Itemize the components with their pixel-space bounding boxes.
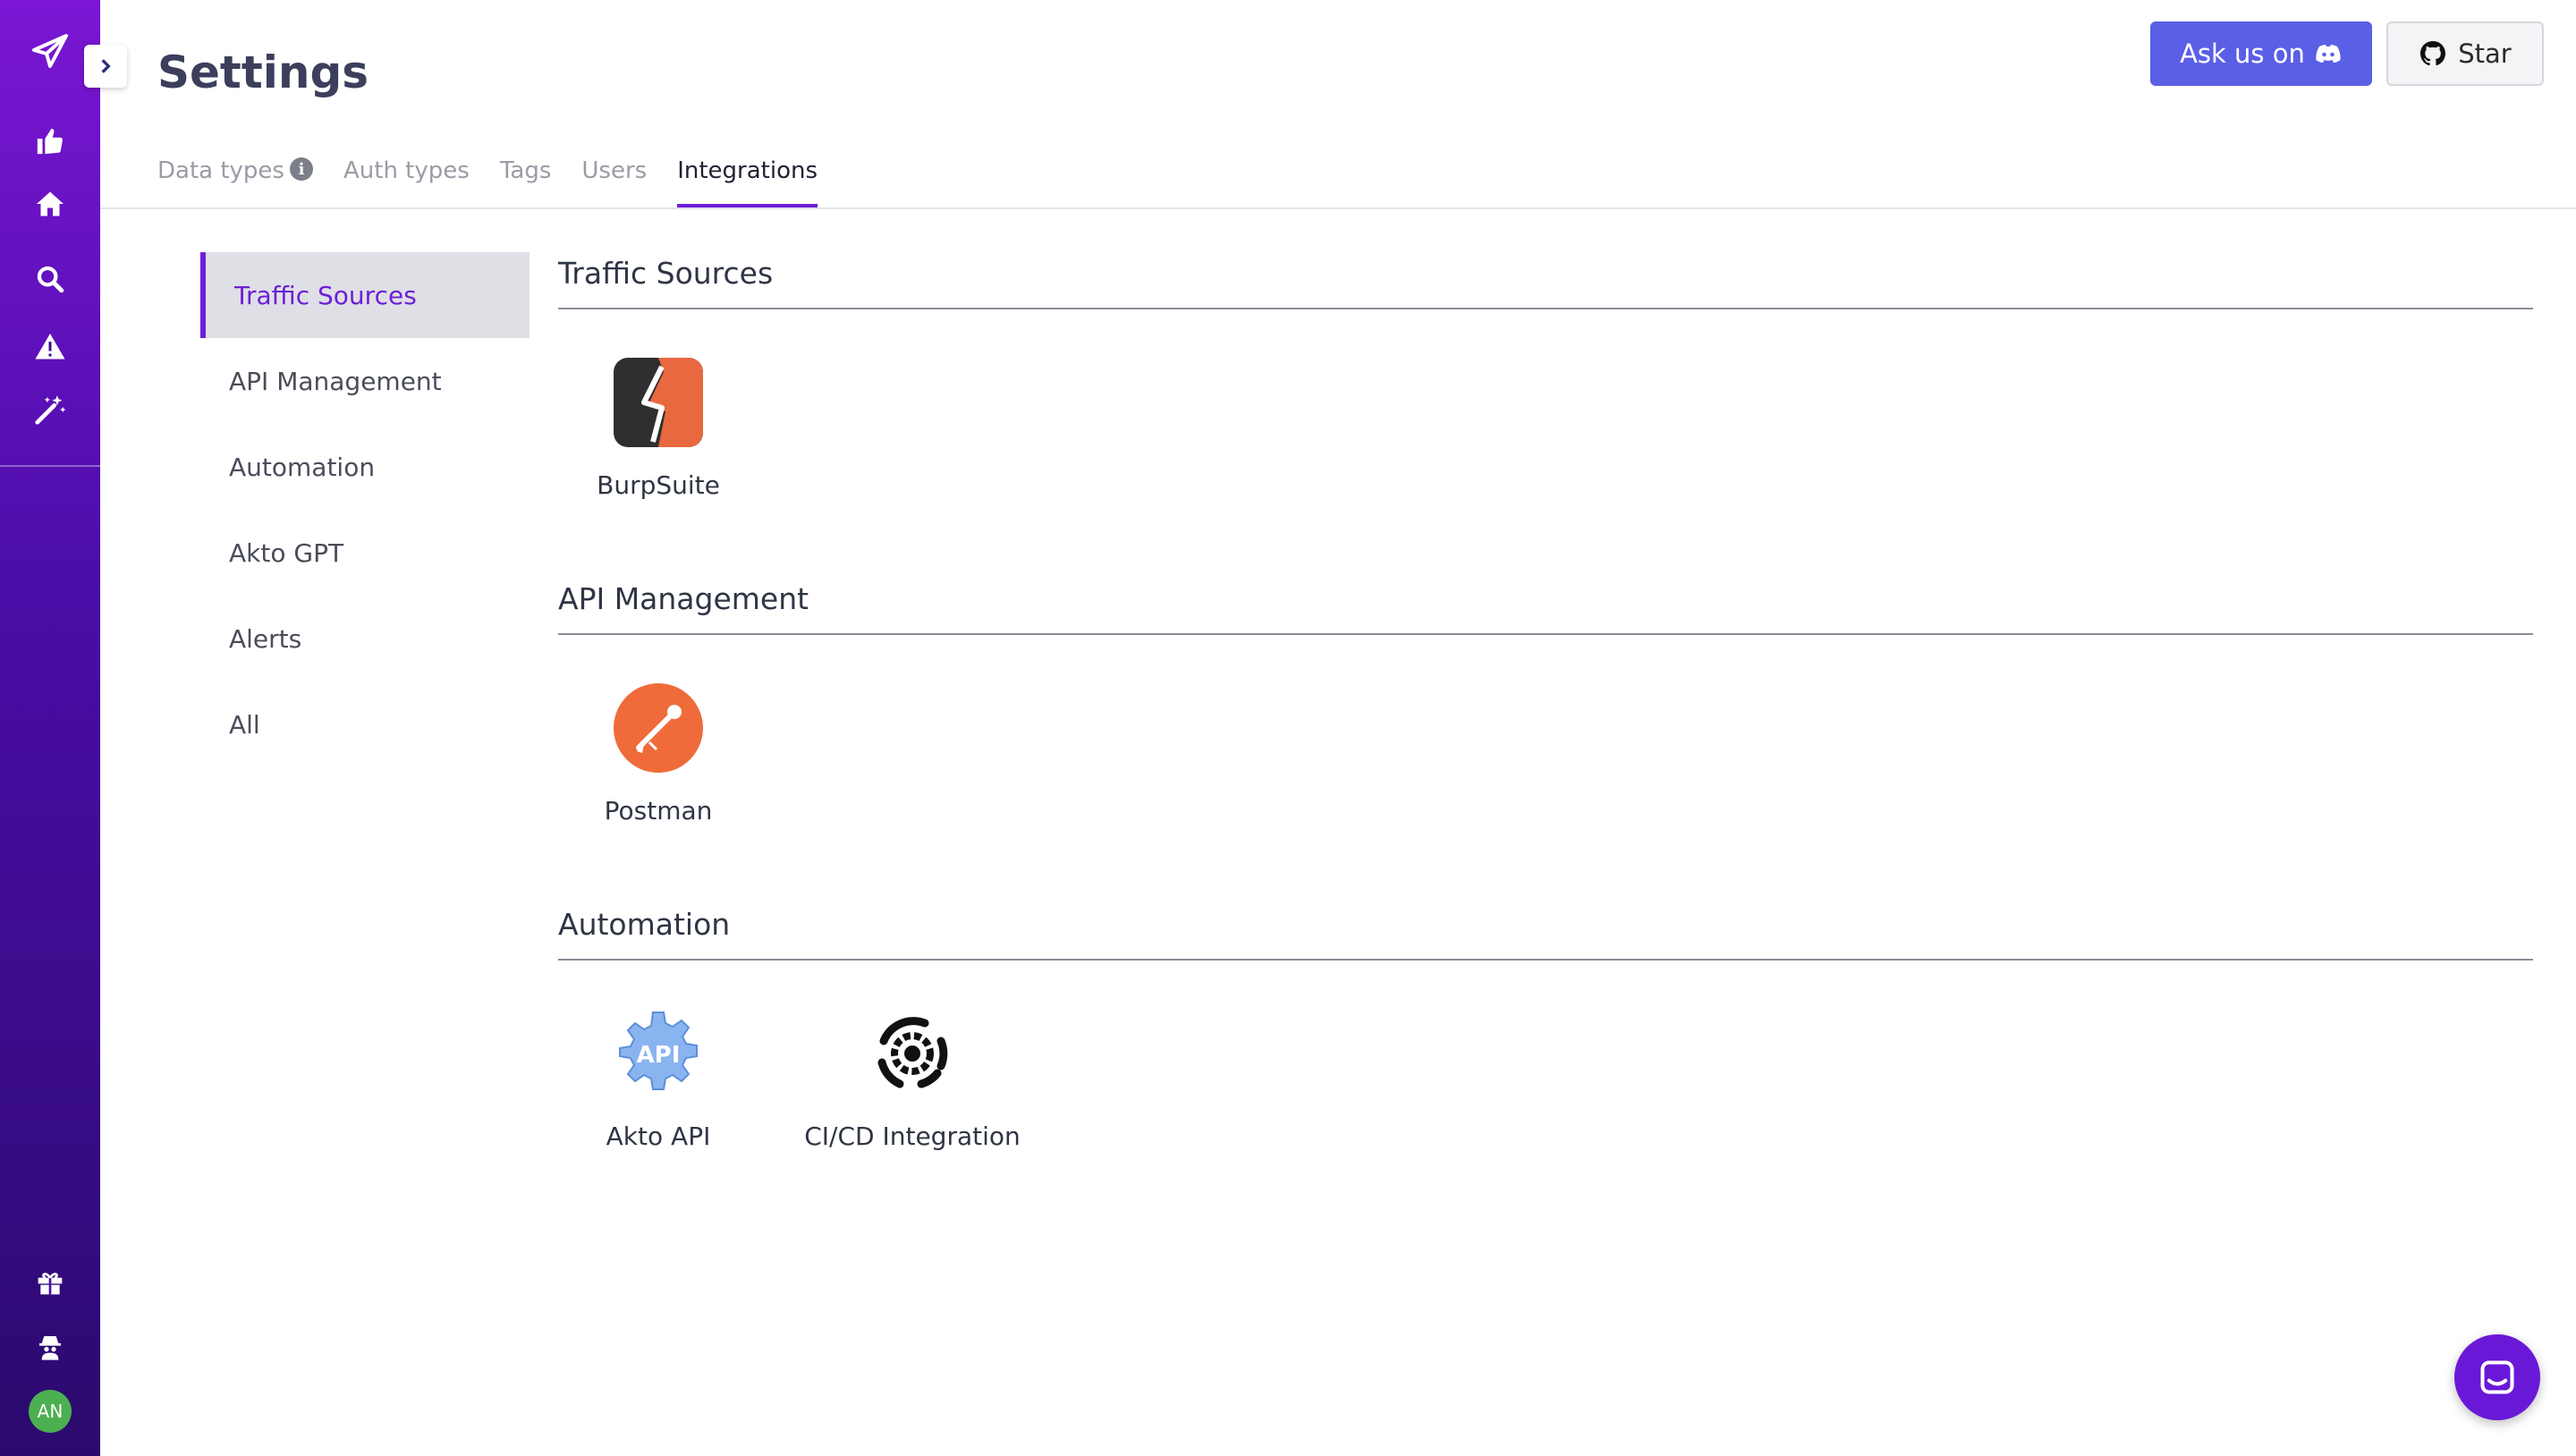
chat-launcher-button[interactable] (2454, 1334, 2540, 1420)
section-divider (558, 959, 2533, 961)
integration-card-postman[interactable]: Postman (558, 681, 758, 825)
integration-label: Akto API (606, 1122, 711, 1150)
tab-label: Integrations (677, 157, 818, 184)
left-nav-rail: AN (0, 0, 100, 1456)
svg-text:API: API (637, 1042, 681, 1069)
subnav-item-automation[interactable]: Automation (200, 424, 530, 510)
subnav-item-traffic-sources[interactable]: Traffic Sources (200, 252, 530, 338)
tab-users[interactable]: Users (581, 154, 647, 207)
search-icon[interactable] (30, 259, 70, 299)
integration-card-burpsuite[interactable]: BurpSuite (558, 356, 758, 500)
send-icon[interactable] (27, 29, 73, 75)
subnav-item-alerts[interactable]: Alerts (200, 596, 530, 681)
integration-card-akto-api[interactable]: API Akto API (558, 1007, 758, 1150)
section-automation: Automation API Akto API CI/CD Integratio… (558, 898, 2533, 1150)
section-api-management: API Management Postman (558, 572, 2533, 825)
tab-label: Data types (157, 157, 284, 184)
chat-icon (2480, 1360, 2514, 1394)
gift-icon[interactable] (30, 1263, 70, 1302)
spy-icon[interactable] (30, 1327, 70, 1367)
subnav-item-all[interactable]: All (200, 681, 530, 767)
subnav-item-api-management[interactable]: API Management (200, 338, 530, 424)
expand-nav-button[interactable] (84, 45, 127, 88)
github-star-button[interactable]: Star (2386, 21, 2544, 86)
tab-auth-types[interactable]: Auth types (343, 154, 470, 207)
akto-api-icon: API (612, 1007, 705, 1100)
integration-label: Postman (604, 796, 713, 825)
github-icon (2420, 41, 2446, 66)
tab-tags[interactable]: Tags (500, 154, 552, 207)
rail-divider (0, 465, 100, 467)
tab-label: Users (581, 157, 648, 184)
postman-icon (612, 681, 705, 775)
home-icon[interactable] (30, 184, 70, 224)
section-traffic-sources: Traffic Sources BurpSuite (558, 247, 2533, 500)
page-title: Settings (157, 47, 369, 98)
tab-label: Auth types (343, 157, 470, 184)
tabs-divider (100, 207, 2576, 209)
settings-tabs: Data types i Auth types Tags Users Integ… (157, 154, 818, 207)
tab-data-types[interactable]: Data types i (157, 154, 313, 207)
section-divider (558, 633, 2533, 635)
thumbs-up-icon[interactable] (30, 122, 70, 161)
alert-icon[interactable] (30, 327, 70, 367)
info-icon[interactable]: i (289, 157, 313, 181)
tab-integrations[interactable]: Integrations (677, 154, 818, 207)
integration-card-cicd[interactable]: CI/CD Integration (791, 1007, 1034, 1150)
integrations-subnav: Traffic Sources API Management Automatio… (200, 252, 530, 767)
discord-icon (2316, 45, 2341, 63)
section-divider (558, 308, 2533, 309)
section-title: Automation (558, 907, 731, 942)
burpsuite-icon (612, 356, 705, 449)
subnav-item-akto-gpt[interactable]: Akto GPT (200, 510, 530, 596)
integration-label: CI/CD Integration (804, 1122, 1021, 1150)
section-title: API Management (558, 581, 809, 616)
magic-wand-icon[interactable] (30, 390, 70, 429)
star-button-label: Star (2458, 38, 2512, 69)
ask-button-label: Ask us on (2180, 38, 2305, 69)
section-title: Traffic Sources (558, 256, 774, 291)
tab-label: Tags (499, 157, 552, 184)
avatar[interactable]: AN (29, 1390, 72, 1433)
chevron-right-icon (101, 59, 111, 73)
ask-us-discord-button[interactable]: Ask us on (2150, 21, 2372, 86)
integration-label: BurpSuite (597, 470, 720, 500)
cicd-gear-icon (866, 1007, 959, 1100)
